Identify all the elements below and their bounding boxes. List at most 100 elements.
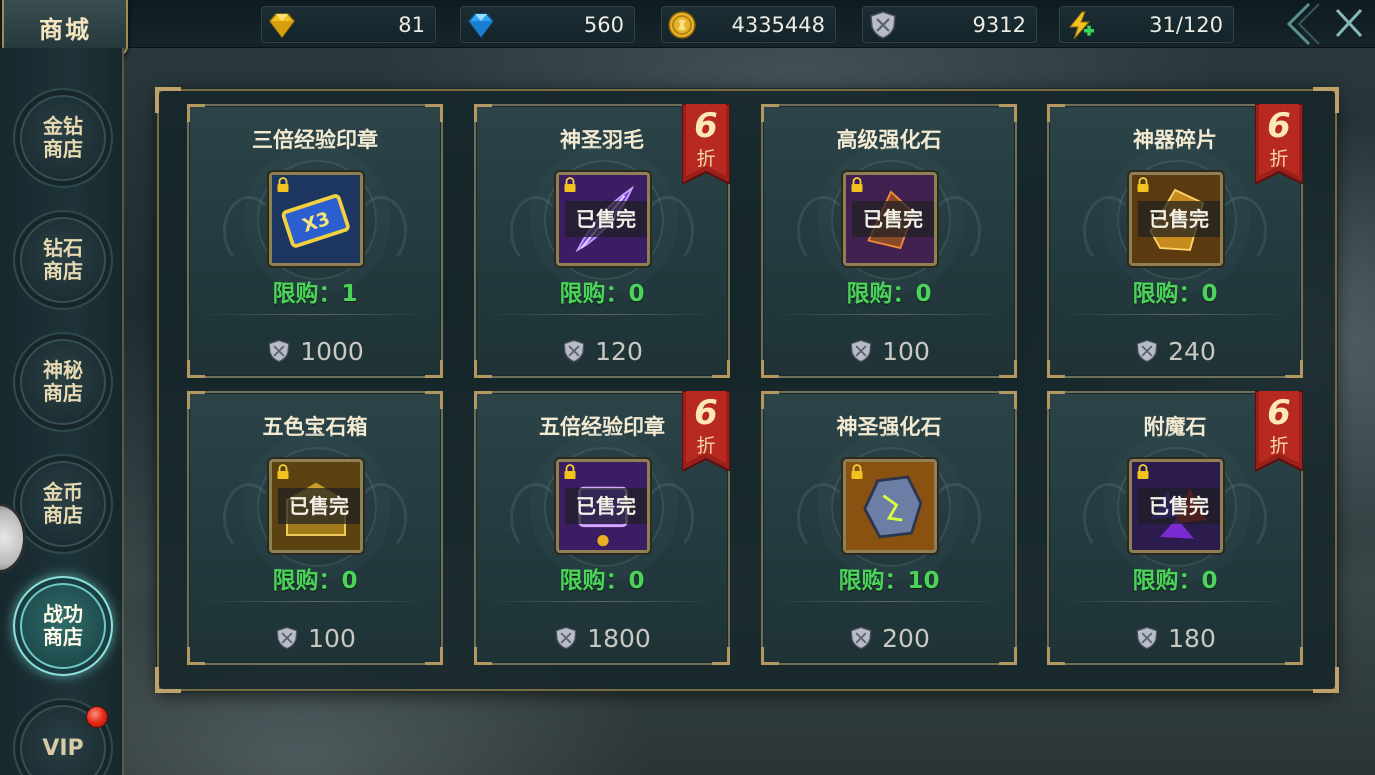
- sidebar-item-label: 战功 商店: [43, 602, 83, 649]
- purchase-limit: 限购：0: [476, 274, 728, 308]
- top-bar: 81 560 4335448 9312 31/120: [0, 0, 1375, 48]
- card-corner: [187, 391, 205, 409]
- card-corner: [425, 104, 443, 122]
- item-price[interactable]: 180: [1049, 623, 1301, 653]
- shield-icon: [276, 626, 298, 650]
- sidebar-item-gold-diamond-shop[interactable]: 金钻 商店: [13, 88, 113, 188]
- discount-unit: 折: [696, 148, 716, 170]
- item-price[interactable]: 100: [763, 336, 1015, 366]
- price-value: 180: [1168, 623, 1216, 653]
- item-icon[interactable]: [843, 459, 937, 553]
- shop-item-card[interactable]: 附魔石 已售完 限购：0 180 6 折: [1047, 391, 1303, 665]
- sold-out-label: 已售完: [565, 488, 647, 524]
- sidebar-item-label: VIP: [42, 735, 84, 761]
- item-icon[interactable]: 已售完: [556, 459, 650, 553]
- limit-prefix: 限购：: [272, 568, 342, 594]
- card-corner: [1047, 391, 1065, 409]
- shop-item-card[interactable]: 高级强化石 已售完 限购：0 100: [761, 104, 1017, 378]
- sidebar-item-gold-coin-shop[interactable]: 金币 商店: [13, 454, 113, 554]
- resource-stamina[interactable]: 31/120: [1059, 6, 1234, 43]
- shield-icon: [850, 339, 872, 363]
- item-price[interactable]: 1000: [189, 336, 441, 366]
- sold-out-label: 已售完: [565, 201, 647, 237]
- purchase-limit: 限购：0: [1049, 274, 1301, 308]
- resource-value: 9312: [972, 13, 1026, 37]
- limit-value: 0: [341, 568, 358, 594]
- card-corner: [425, 391, 443, 409]
- item-price[interactable]: 200: [763, 623, 1015, 653]
- shield-icon: [268, 339, 290, 363]
- lock-icon: [851, 177, 863, 192]
- close-icon[interactable]: [1286, 0, 1375, 48]
- item-name: 五色宝石箱: [262, 415, 368, 439]
- limit-value: 0: [628, 281, 645, 307]
- item-icon[interactable]: 已售完: [1129, 459, 1223, 553]
- item-icon[interactable]: X3: [269, 172, 363, 266]
- item-price[interactable]: 120: [476, 336, 728, 366]
- shop-item-card[interactable]: 神圣羽毛 已售完 限购：0 120 6 折: [474, 104, 730, 378]
- shop-item-card[interactable]: 五色宝石箱已售完限购：0 100: [187, 391, 443, 665]
- sidebar-item-label: 金钻 商店: [43, 114, 83, 161]
- limit-prefix: 限购：: [846, 281, 916, 307]
- limit-value: 0: [1201, 568, 1218, 594]
- divider: [199, 601, 431, 602]
- limit-value: 1: [341, 281, 358, 307]
- divider: [773, 601, 1005, 602]
- panel-corner: [155, 87, 181, 113]
- resource-gold-coin[interactable]: 4335448: [661, 6, 836, 43]
- sidebar-item-mystery-shop[interactable]: 神秘 商店: [13, 332, 113, 432]
- purchase-limit: 限购：10: [763, 561, 1015, 595]
- discount-number: 6: [694, 393, 718, 433]
- sidebar-item-merit-shop[interactable]: 战功 商店: [13, 576, 113, 676]
- decor-wing: [1083, 196, 1135, 266]
- item-price[interactable]: 100: [189, 623, 441, 653]
- price-value: 1000: [300, 336, 364, 366]
- item-price[interactable]: 1800: [476, 623, 728, 653]
- shield-icon: [1136, 626, 1158, 650]
- shop-item-card[interactable]: 三倍经验印章 X3 限购：1 1000: [187, 104, 443, 378]
- card-corner: [761, 391, 779, 409]
- item-icon[interactable]: 已售完: [843, 172, 937, 266]
- discount-ribbon: 6折: [1255, 104, 1303, 184]
- shield-icon: [870, 11, 896, 39]
- discount-number: 6: [1267, 106, 1291, 146]
- price-value: 100: [882, 336, 930, 366]
- purchase-limit: 限购：0: [763, 274, 1015, 308]
- sold-out-label: 已售完: [852, 201, 934, 237]
- decor-wing: [1083, 483, 1135, 553]
- sidebar-item-diamond-shop[interactable]: 钻石 商店: [13, 210, 113, 310]
- discount-ribbon: 6折: [682, 391, 730, 471]
- sidebar-item-label: 钻石 商店: [43, 236, 83, 283]
- shop-item-card[interactable]: 神圣强化石限购：10 200: [761, 391, 1017, 665]
- resource-value: 81: [398, 13, 425, 37]
- purchase-limit: 限购：0: [189, 561, 441, 595]
- item-icon[interactable]: 已售完: [556, 172, 650, 266]
- divider: [773, 314, 1005, 315]
- panel-corner: [1313, 667, 1339, 693]
- discount-ribbon: 6折: [682, 104, 730, 184]
- price-value: 240: [1168, 336, 1216, 366]
- item-price[interactable]: 240: [1049, 336, 1301, 366]
- price-value: 200: [882, 623, 930, 653]
- shield-icon: [563, 339, 585, 363]
- lock-icon: [277, 464, 289, 479]
- divider: [1059, 314, 1291, 315]
- shield-icon: [1136, 339, 1158, 363]
- card-corner: [474, 391, 492, 409]
- lock-icon: [564, 464, 576, 479]
- item-icon[interactable]: 已售完: [269, 459, 363, 553]
- resource-merit[interactable]: 9312: [862, 6, 1037, 43]
- divider: [486, 601, 718, 602]
- item-icon[interactable]: 已售完: [1129, 172, 1223, 266]
- item-name: 神圣强化石: [836, 415, 942, 439]
- discount-ribbon: 6折: [1255, 391, 1303, 471]
- close-panel[interactable]: [1286, 0, 1375, 48]
- limit-value: 0: [628, 568, 645, 594]
- decor-wing: [223, 196, 275, 266]
- resource-diamond[interactable]: 560: [460, 6, 635, 43]
- resource-gold-gem[interactable]: 81: [261, 6, 436, 43]
- shop-item-card[interactable]: 五倍经验印章 已售完 限购：0 1800 6 折: [474, 391, 730, 665]
- shop-item-card[interactable]: 神器碎片 已售完 限购：0 240 6 折: [1047, 104, 1303, 378]
- limit-value: 10: [907, 568, 940, 594]
- sidebar-item-label: 神秘 商店: [43, 358, 83, 405]
